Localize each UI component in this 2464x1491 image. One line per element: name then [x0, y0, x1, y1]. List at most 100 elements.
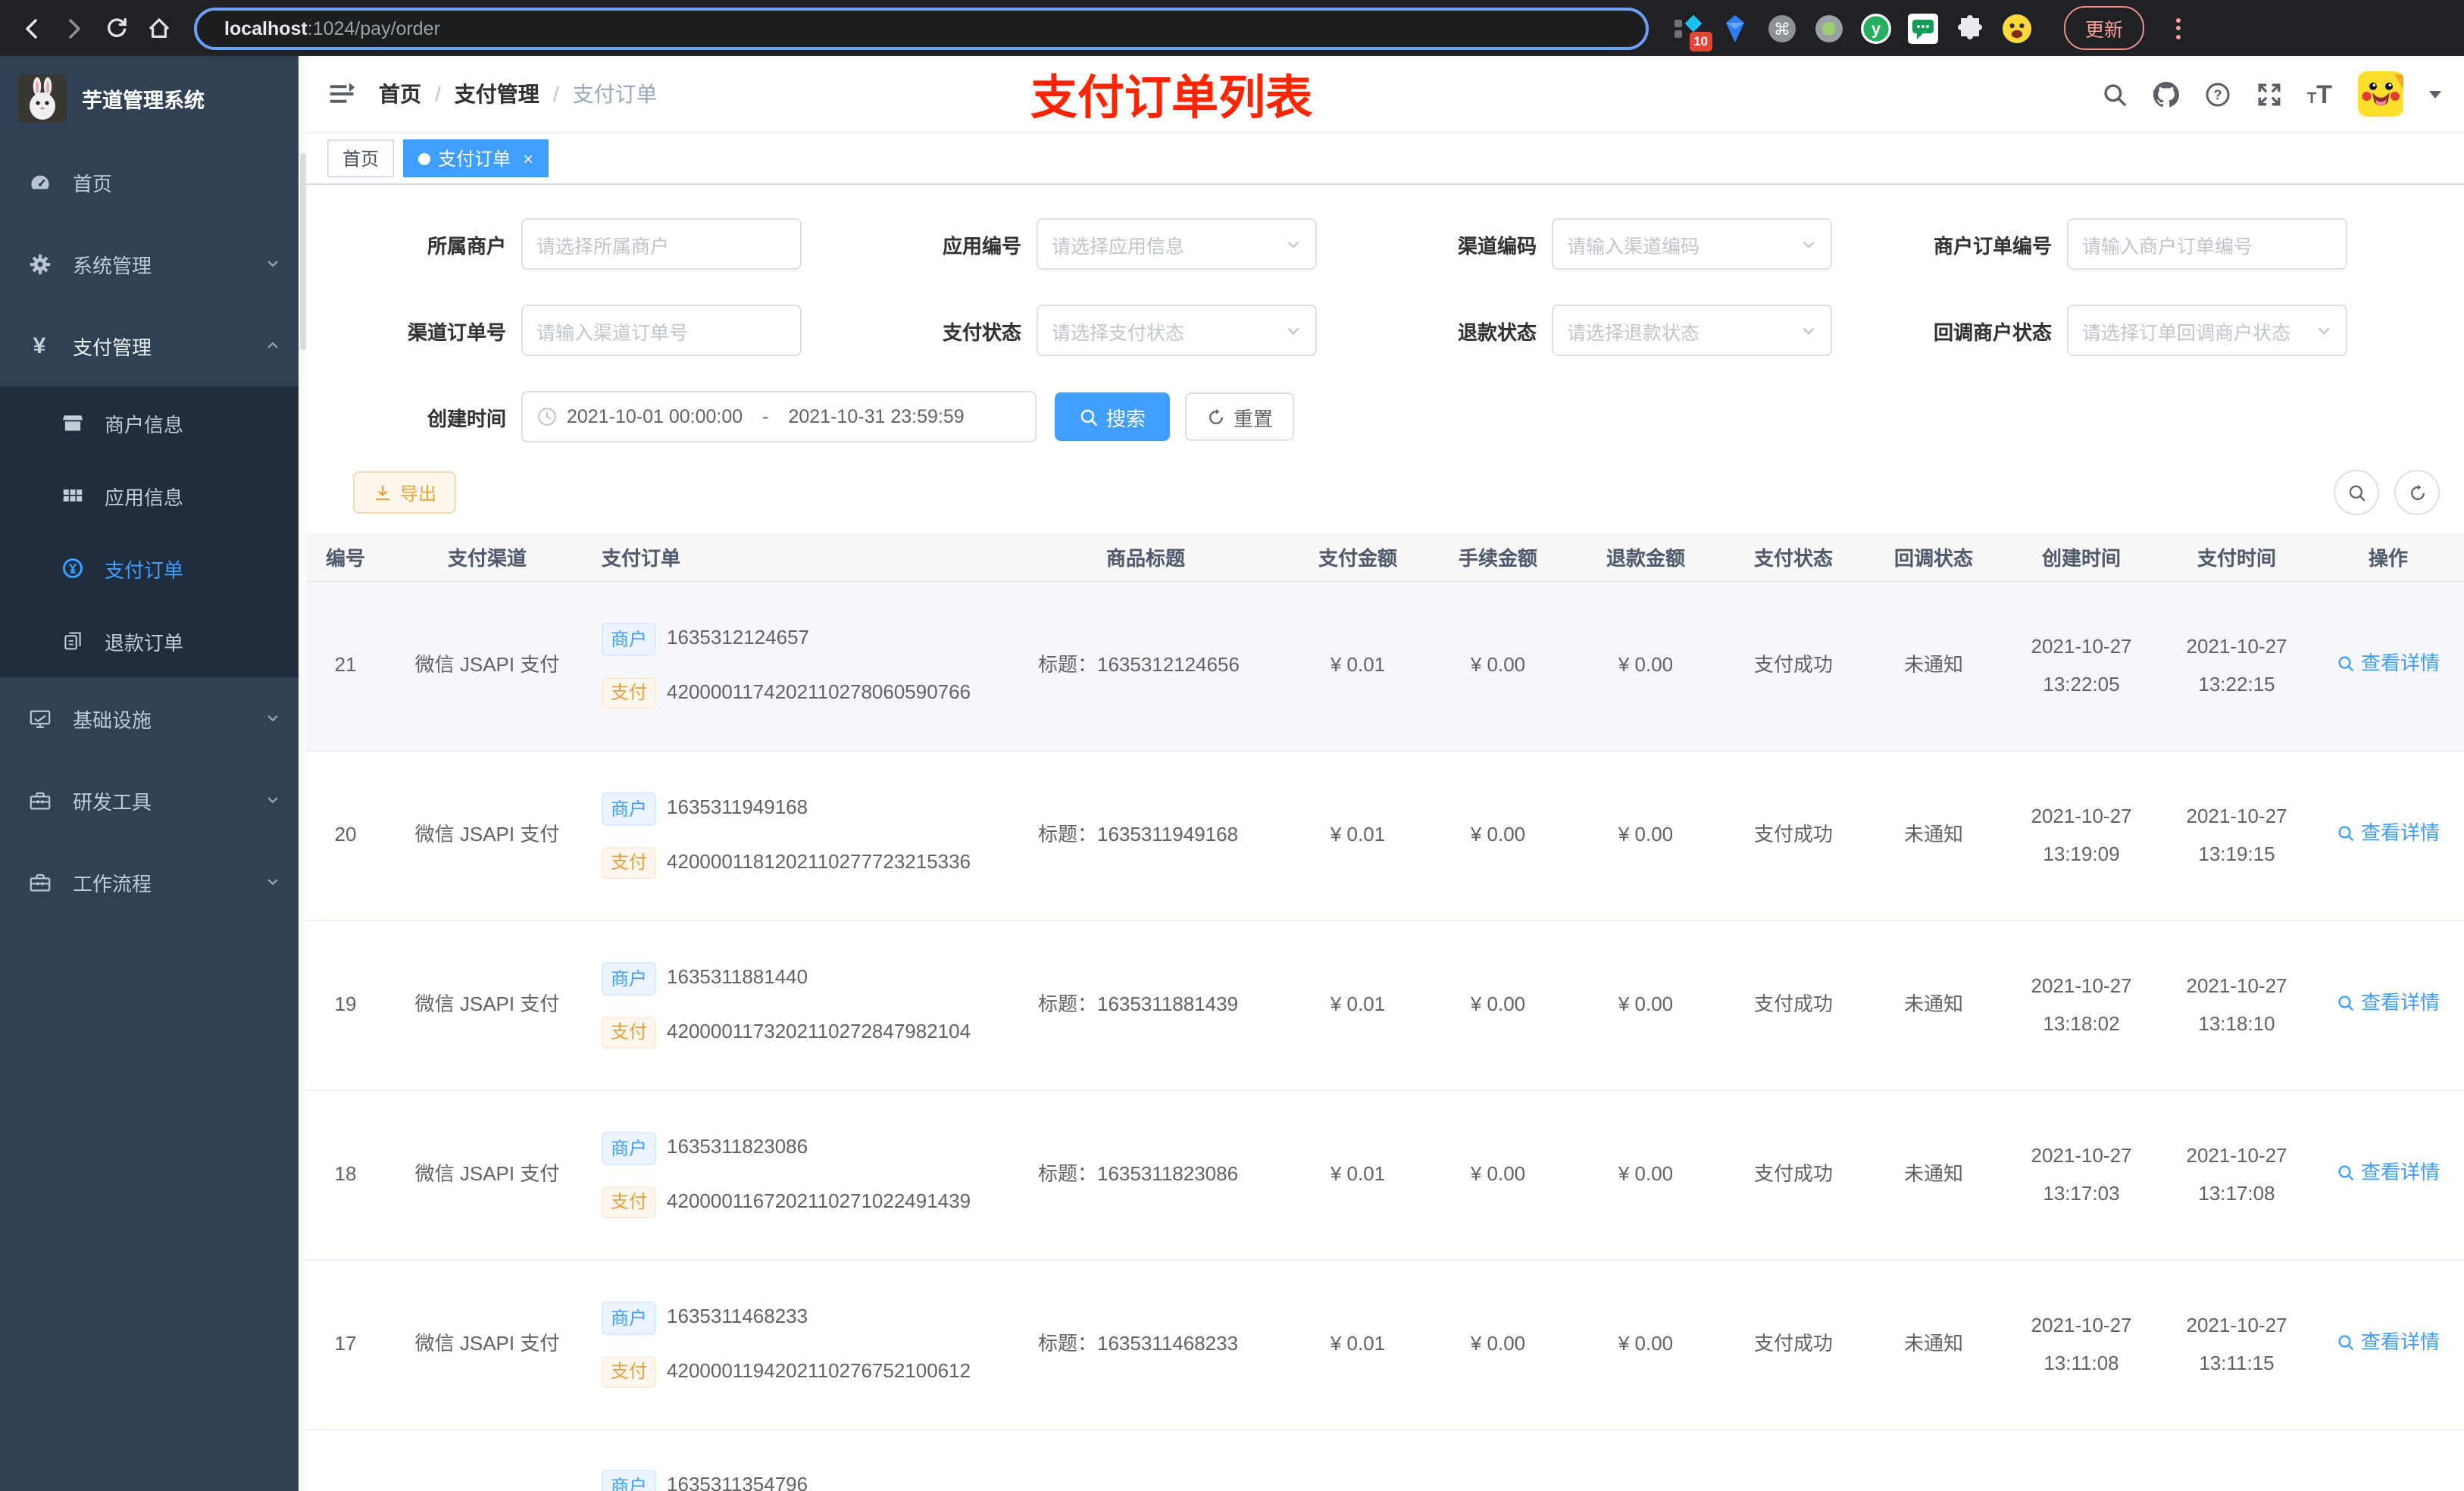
header-search-icon[interactable]	[2101, 81, 2127, 107]
svg-text:⌘: ⌘	[1774, 19, 1790, 38]
sidebar-item-system[interactable]: 系统管理	[0, 223, 299, 305]
cell-notify-status: 未通知	[1903, 992, 1963, 1016]
sidebar-toggle-icon[interactable]	[329, 80, 356, 108]
chevron-down-icon	[1285, 236, 1302, 252]
view-detail-link[interactable]: 查看详情	[2337, 1324, 2440, 1361]
avatar-caret-icon[interactable]	[2429, 91, 2441, 105]
refund-status-select[interactable]: 请选择退款状态	[1552, 305, 1832, 356]
col-pay-status: 支付状态	[1753, 547, 1833, 570]
merchant-order-no: 1635311354796	[667, 1473, 808, 1491]
col-refund: 退款金额	[1606, 547, 1685, 570]
gear-icon	[27, 252, 52, 276]
cell-pay-order: 商户 1635311949168 支付 42000011812021102777…	[589, 792, 1002, 879]
profile-emoji-icon[interactable]	[2002, 13, 2032, 43]
table-row[interactable]: 19 微信 JSAPI 支付 商户 1635311881440 支付 42000…	[306, 921, 2464, 1091]
sidebar-item-dev-tools[interactable]: 研发工具	[0, 759, 299, 841]
sidebar-item-app-info[interactable]: 应用信息	[0, 459, 299, 532]
tab-pay-order[interactable]: 支付订单 ×	[403, 139, 549, 177]
search-button[interactable]: 搜索	[1055, 392, 1171, 441]
view-detail-link[interactable]: 查看详情	[2337, 645, 2440, 683]
extension-command-icon[interactable]: ⌘	[1767, 13, 1797, 43]
help-icon[interactable]: ?	[2204, 81, 2230, 107]
filter-create-time: 创建时间 2021-10-01 00:00:00 - 2021-10-31 23…	[306, 391, 1037, 442]
browser-home-icon[interactable]	[139, 8, 179, 48]
filter-label: 渠道编码	[1457, 234, 1537, 257]
tab-home[interactable]: 首页	[327, 139, 395, 177]
browser-forward-icon[interactable]	[55, 8, 94, 48]
sidebar-item-label: 系统管理	[73, 254, 152, 277]
cell-create-time: 2021-10-27 13:19:09	[2031, 804, 2132, 864]
view-detail-link[interactable]: 查看详情	[2337, 815, 2440, 852]
merchant-order-no-input[interactable]: 请输入商户订单编号	[2067, 218, 2347, 270]
sidebar-item-pay-order[interactable]: 支付订单	[0, 532, 299, 605]
view-detail-link[interactable]: 查看详情	[2337, 1155, 2440, 1192]
table-row[interactable]: 21 微信 JSAPI 支付 商户 1635312124657 支付 42000…	[306, 582, 2464, 752]
col-channel: 支付渠道	[447, 547, 527, 570]
app-logo-row[interactable]: 芋道管理系统	[0, 56, 299, 141]
cell-notify-status: 未通知	[1903, 1162, 1963, 1186]
extension-diamond-icon[interactable]: 10	[1673, 13, 1712, 51]
cell-id: 21	[334, 653, 357, 677]
toggle-search-icon[interactable]	[2334, 470, 2379, 515]
cell-channel: 微信 JSAPI 支付	[414, 1332, 560, 1355]
breadcrumb: 首页 / 支付管理 / 支付订单	[379, 79, 658, 109]
cell-fee: ¥ 0.00	[1470, 992, 1526, 1016]
sidebar-item-refund-order[interactable]: 退款订单	[0, 605, 299, 677]
extension-chat-icon[interactable]	[1908, 13, 1938, 43]
browser-back-icon[interactable]	[12, 8, 52, 48]
extension-y-icon[interactable]: y	[1861, 13, 1891, 43]
url-bar[interactable]: localhost:1024/pay/order	[194, 7, 1649, 49]
notify-status-select[interactable]: 请选择订单回调商户状态	[2067, 305, 2347, 356]
table-toolbar: 导出	[306, 470, 2464, 515]
refresh-icon[interactable]	[2394, 470, 2440, 515]
extensions-puzzle-icon[interactable]	[1955, 13, 1985, 43]
screen: localhost:1024/pay/order 10 ⌘ y 更新 芋道管理系…	[0, 0, 2464, 1491]
close-icon[interactable]: ×	[523, 148, 533, 169]
fullscreen-icon[interactable]	[2256, 81, 2281, 107]
sidebar-item-payment[interactable]: ¥ 支付管理	[0, 305, 299, 386]
pay-status-select[interactable]: 请选择支付状态	[1037, 305, 1317, 356]
reset-button[interactable]: 重置	[1185, 392, 1295, 441]
url-text: localhost:1024/pay/order	[224, 17, 440, 39]
table-row-partial[interactable]: 商户 1635311354796	[306, 1430, 2464, 1491]
sidebar-scrollbar[interactable]	[299, 56, 306, 1491]
filter-row-2: 渠道订单号 请输入渠道订单号 支付状态 请选择支付状态 退款状态 请选择退款状态…	[306, 303, 2464, 358]
extension-badge: 10	[1689, 32, 1712, 51]
table-row[interactable]: 18 微信 JSAPI 支付 商户 1635311823086 支付 42000…	[306, 1091, 2464, 1261]
sidebar-item-label: 基础设施	[73, 708, 152, 731]
toolbar-right	[2334, 470, 2440, 515]
content: 所属商户 请选择所属商户 应用编号 请选择应用信息 渠道编码 请输入渠道编码 商…	[306, 185, 2464, 1491]
browser-menu-icon[interactable]	[2176, 17, 2181, 39]
sidebar-item-home[interactable]: 首页	[0, 141, 299, 223]
sidebar-item-label: 支付管理	[73, 336, 152, 358]
merchant-select[interactable]: 请选择所属商户	[521, 218, 802, 270]
breadcrumb-home[interactable]: 首页	[379, 79, 421, 109]
table-row[interactable]: 20 微信 JSAPI 支付 商户 1635311949168 支付 42000…	[306, 752, 2464, 921]
merchant-order-no: 1635312124657	[667, 626, 810, 649]
date-range-input[interactable]: 2021-10-01 00:00:00 - 2021-10-31 23:59:5…	[521, 391, 1037, 442]
extension-gem-icon[interactable]	[1720, 13, 1750, 43]
github-icon[interactable]	[2153, 81, 2178, 107]
browser-reload-icon[interactable]	[97, 8, 136, 48]
view-detail-link[interactable]: 查看详情	[2337, 985, 2440, 1022]
font-size-icon[interactable]: TT	[2307, 81, 2332, 107]
avatar[interactable]	[2358, 71, 2403, 117]
cell-title: 标题：1635311823086	[1038, 1162, 1239, 1186]
channel-code-select[interactable]: 请输入渠道编码	[1552, 218, 1832, 270]
sidebar-item-merchant-info[interactable]: 商户信息	[0, 386, 299, 459]
app-logo-rabbit-image	[18, 74, 67, 123]
breadcrumb-pay-management[interactable]: 支付管理	[455, 79, 539, 109]
export-button[interactable]: 导出	[353, 471, 457, 514]
browser-update-button[interactable]: 更新	[2064, 6, 2145, 50]
merchant-tag: 商户	[602, 792, 657, 825]
filter-row-1: 所属商户 请选择所属商户 应用编号 请选择应用信息 渠道编码 请输入渠道编码 商…	[306, 217, 2464, 271]
table-row[interactable]: 17 微信 JSAPI 支付 商户 1635311468233 支付 42000…	[306, 1261, 2464, 1430]
channel-order-no-input[interactable]: 请输入渠道订单号	[521, 305, 802, 356]
extension-record-icon[interactable]	[1814, 13, 1844, 43]
sidebar-item-label: 支付订单	[105, 558, 184, 581]
tab-label: 支付订单	[438, 148, 511, 170]
sidebar-item-infrastructure[interactable]: 基础设施	[0, 677, 299, 759]
sidebar-item-workflow[interactable]: 工作流程	[0, 841, 299, 923]
app-select[interactable]: 请选择应用信息	[1037, 218, 1317, 270]
tags-view-bar: 首页 支付订单 ×	[306, 133, 2464, 185]
